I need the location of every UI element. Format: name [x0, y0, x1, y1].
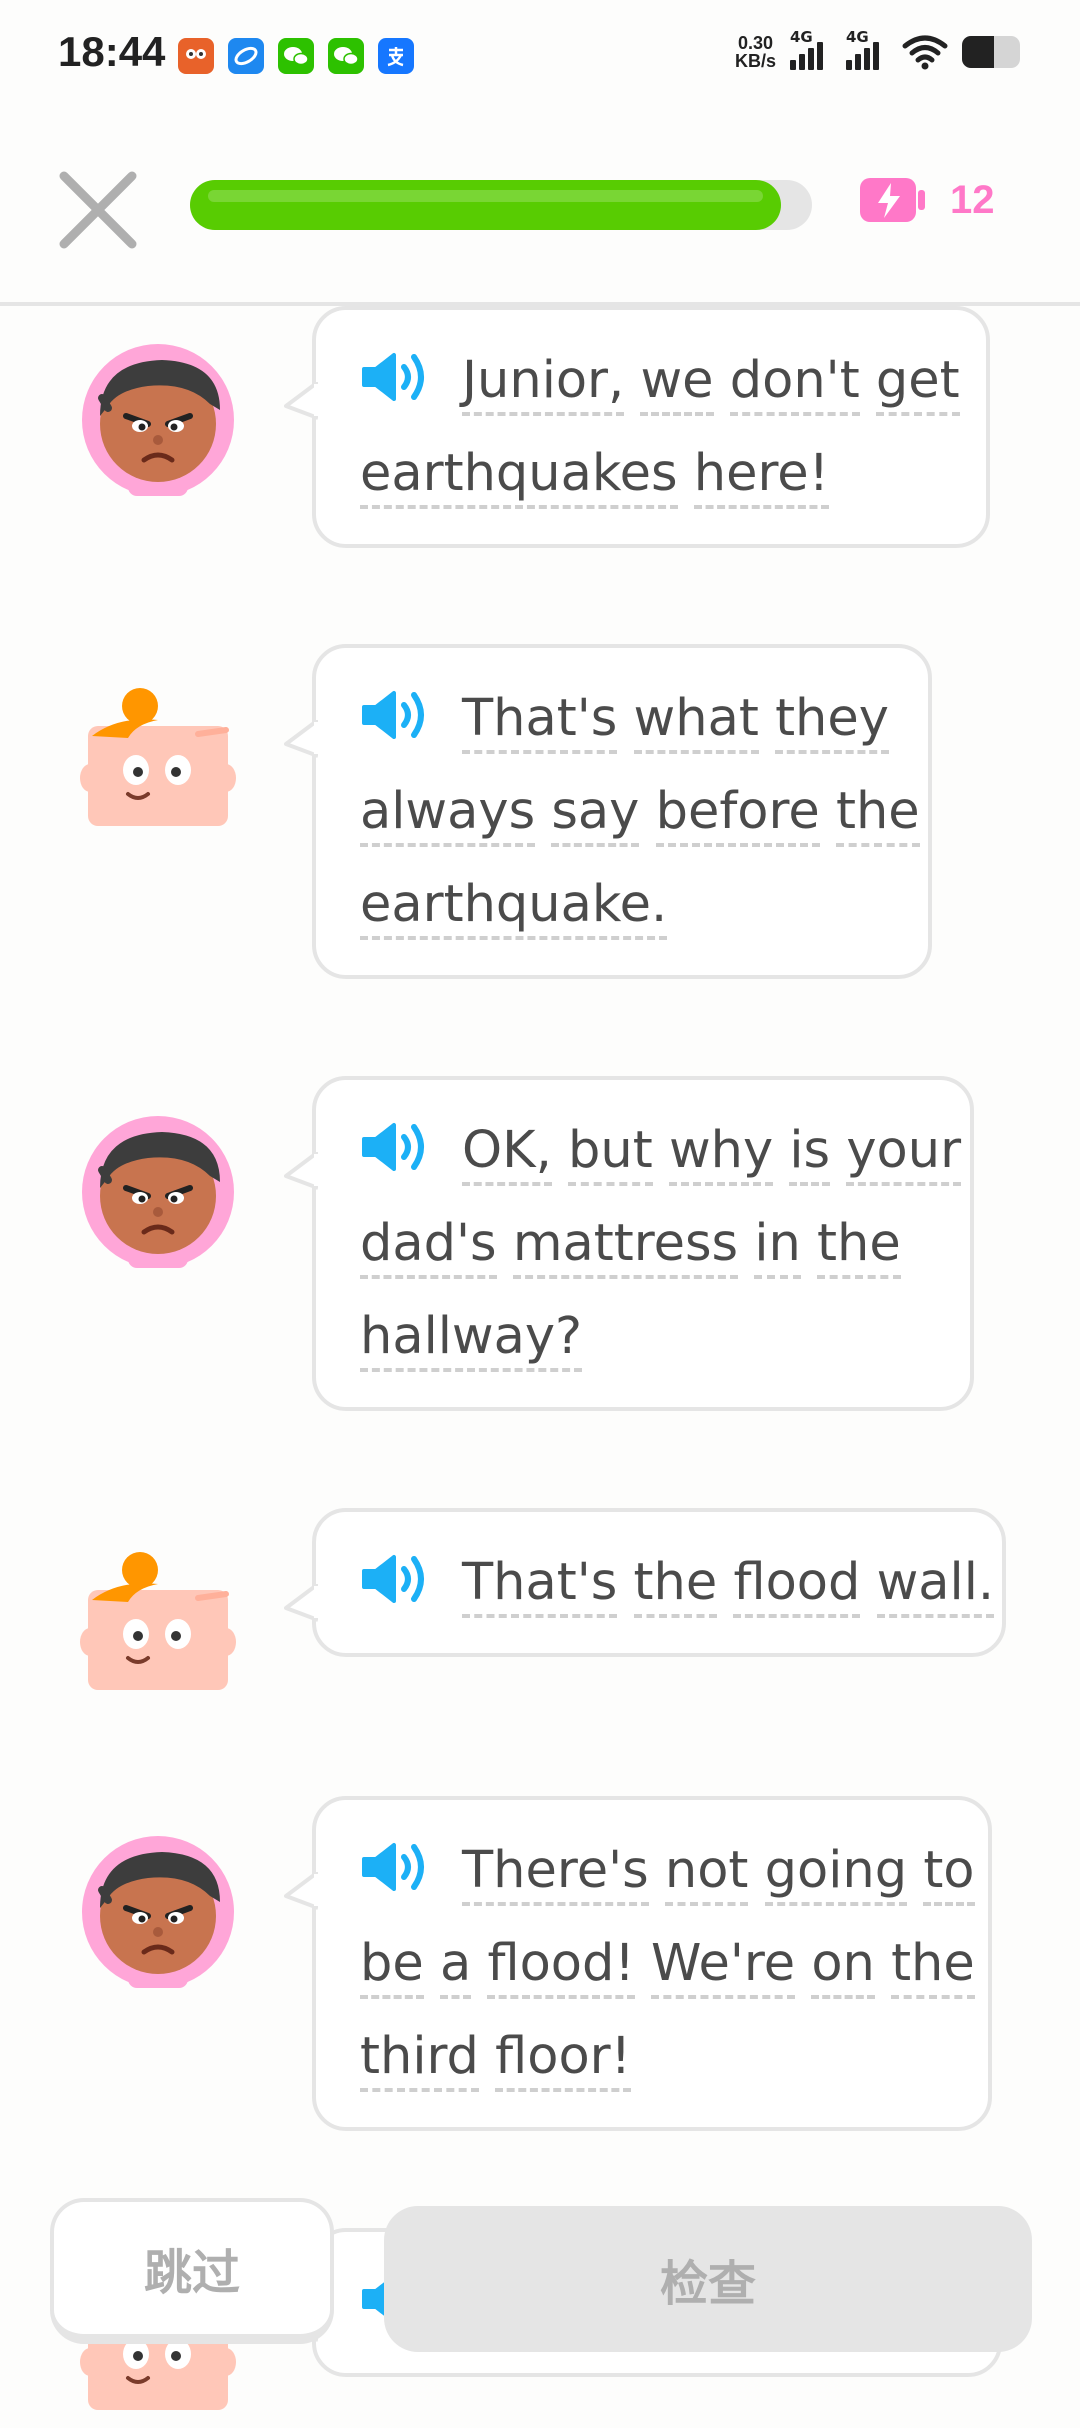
speaker-icon[interactable]: [360, 1551, 432, 1607]
speaker-icon[interactable]: [360, 687, 432, 743]
dialogue-word[interactable]: That's: [462, 689, 618, 754]
dialogue-line: be a flood! We're on the: [360, 1917, 975, 2010]
dialogue-word[interactable]: don't: [729, 351, 860, 416]
bubble-tail: [284, 1872, 318, 1910]
dialogue-word[interactable]: before: [655, 782, 820, 847]
dialogue-line: OK, but why is your: [360, 1104, 962, 1197]
energy-battery-icon: [860, 178, 925, 222]
dialogue-word[interactable]: always: [360, 782, 536, 847]
status-time: 18:44: [58, 28, 166, 75]
speaker-icon[interactable]: [360, 1119, 432, 1175]
dialogue-word[interactable]: why: [668, 1121, 774, 1186]
dialogue-word[interactable]: on: [811, 1934, 875, 1999]
speech-bubble: Junior, we don't get earthquakes here!: [284, 306, 990, 548]
dialogue-word[interactable]: we: [640, 351, 714, 416]
alipay-app-icon: [378, 38, 414, 74]
dialogue-word[interactable]: floor!: [495, 2027, 632, 2092]
bubble-tail: [284, 720, 318, 758]
dialogue-word[interactable]: but: [568, 1121, 653, 1186]
check-button[interactable]: 检查: [384, 2206, 1032, 2352]
dialogue-line: There's not going to: [360, 1824, 975, 1917]
dialogue-word[interactable]: not: [664, 1841, 749, 1906]
wechat-app-icon: [278, 38, 314, 74]
bubble-tail: [284, 1584, 318, 1622]
speech-bubble: That's what they always say before the ear…: [284, 644, 932, 979]
dialogue-word[interactable]: dad's: [360, 1214, 497, 1279]
wechat-app-icon-2: [328, 38, 364, 74]
dialogue-word[interactable]: earthquakes: [360, 444, 678, 509]
dialogue-line: always say before the: [360, 765, 920, 858]
signal-icon-sim1: 4G: [790, 28, 832, 70]
dialogue-line: That's the flood wall.: [360, 1536, 995, 1629]
dialogue-word[interactable]: OK,: [462, 1121, 552, 1186]
dialogue-word[interactable]: earthquake.: [360, 875, 668, 940]
dialogue-line: third floor!: [360, 2010, 948, 2103]
wifi-icon: [902, 35, 948, 70]
dialogue-word[interactable]: to: [923, 1841, 975, 1906]
speaker-icon[interactable]: [360, 1839, 432, 1895]
dialogue-word[interactable]: be: [360, 1934, 424, 1999]
bubble-tail: [284, 382, 318, 420]
bubble-tail: [284, 1152, 318, 1190]
lesson-header: 12: [0, 150, 1080, 306]
speech-bubble: There's not going to be a flood! We're on…: [284, 1796, 992, 2131]
dialogue-word[interactable]: We're: [651, 1934, 796, 1999]
dialogue-line: That's what they: [360, 672, 889, 765]
dialogue-word[interactable]: the: [817, 1214, 901, 1279]
dialogue-word[interactable]: mattress: [512, 1214, 739, 1279]
lesson-progress-bar: [190, 180, 812, 230]
dialogue-word[interactable]: say: [551, 782, 640, 847]
dialogue-word[interactable]: There's: [462, 1841, 649, 1906]
dialogue-word[interactable]: That's: [462, 1553, 618, 1618]
dialogue-line: earthquake.: [360, 858, 888, 951]
status-bar: 18:44 0.30 KB/s 4G 4G: [0, 0, 1080, 110]
dialogue-word[interactable]: flood: [733, 1553, 861, 1618]
network-speed-unit: KB/s: [734, 51, 776, 71]
battery-icon: [962, 36, 1020, 68]
dialogue-word[interactable]: your: [846, 1121, 962, 1186]
dialogue-line: hallway?: [360, 1290, 930, 1383]
dialogue-word[interactable]: the: [633, 1553, 718, 1618]
junior-avatar: [78, 1112, 238, 1272]
dialogue-word[interactable]: flood!: [487, 1934, 635, 1999]
signal-icon-sim2: 4G: [846, 28, 888, 70]
speaker-icon[interactable]: [360, 349, 432, 405]
dialogue-word[interactable]: third: [360, 2027, 479, 2092]
battery-level: [962, 36, 994, 68]
speech-bubble: OK, but why is your dad's mattress in the…: [284, 1076, 974, 1411]
sim2-label: 4G: [846, 28, 869, 46]
dialogue-line: Junior, we don't get: [360, 334, 960, 427]
dialogue-word[interactable]: get: [875, 351, 960, 416]
dialogue-word[interactable]: going: [764, 1841, 908, 1906]
dialogue-word[interactable]: wall.: [876, 1553, 995, 1618]
close-icon[interactable]: [56, 168, 140, 252]
lesson-progress-fill: [190, 180, 781, 230]
dialogue-word[interactable]: a: [439, 1934, 472, 1999]
network-speed: 0.30 KB/s: [735, 34, 776, 70]
dialogue-word[interactable]: they: [775, 689, 889, 754]
dialogue-word[interactable]: here!: [693, 444, 830, 509]
notification-icons: [178, 38, 414, 74]
dialogue-word[interactable]: in: [754, 1214, 801, 1279]
dialogue-word[interactable]: the: [891, 1934, 975, 1999]
energy-count: 12: [950, 177, 995, 222]
dialogue-line: dad's mattress in the: [360, 1197, 930, 1290]
dialogue-word[interactable]: hallway?: [360, 1307, 583, 1372]
zari-avatar: [78, 1544, 238, 1704]
sim1-label: 4G: [790, 28, 813, 46]
speech-bubble: That's the flood wall.: [284, 1508, 1006, 1657]
dialogue-line: earthquakes here!: [360, 427, 946, 520]
dialogue-word[interactable]: Junior,: [462, 351, 625, 416]
dialogue-word[interactable]: what: [633, 689, 759, 754]
junior-avatar: [78, 1832, 238, 1992]
junior-avatar: [78, 340, 238, 500]
dialogue-word[interactable]: the: [835, 782, 920, 847]
network-speed-value: 0.30: [737, 33, 774, 53]
zari-avatar: [78, 680, 238, 840]
owl-app-icon: [178, 38, 214, 74]
skip-button[interactable]: 跳过: [50, 2198, 334, 2344]
dialogue-word[interactable]: is: [789, 1121, 831, 1186]
browser-app-icon: [228, 38, 264, 74]
energy-counter[interactable]: 12: [858, 174, 995, 226]
